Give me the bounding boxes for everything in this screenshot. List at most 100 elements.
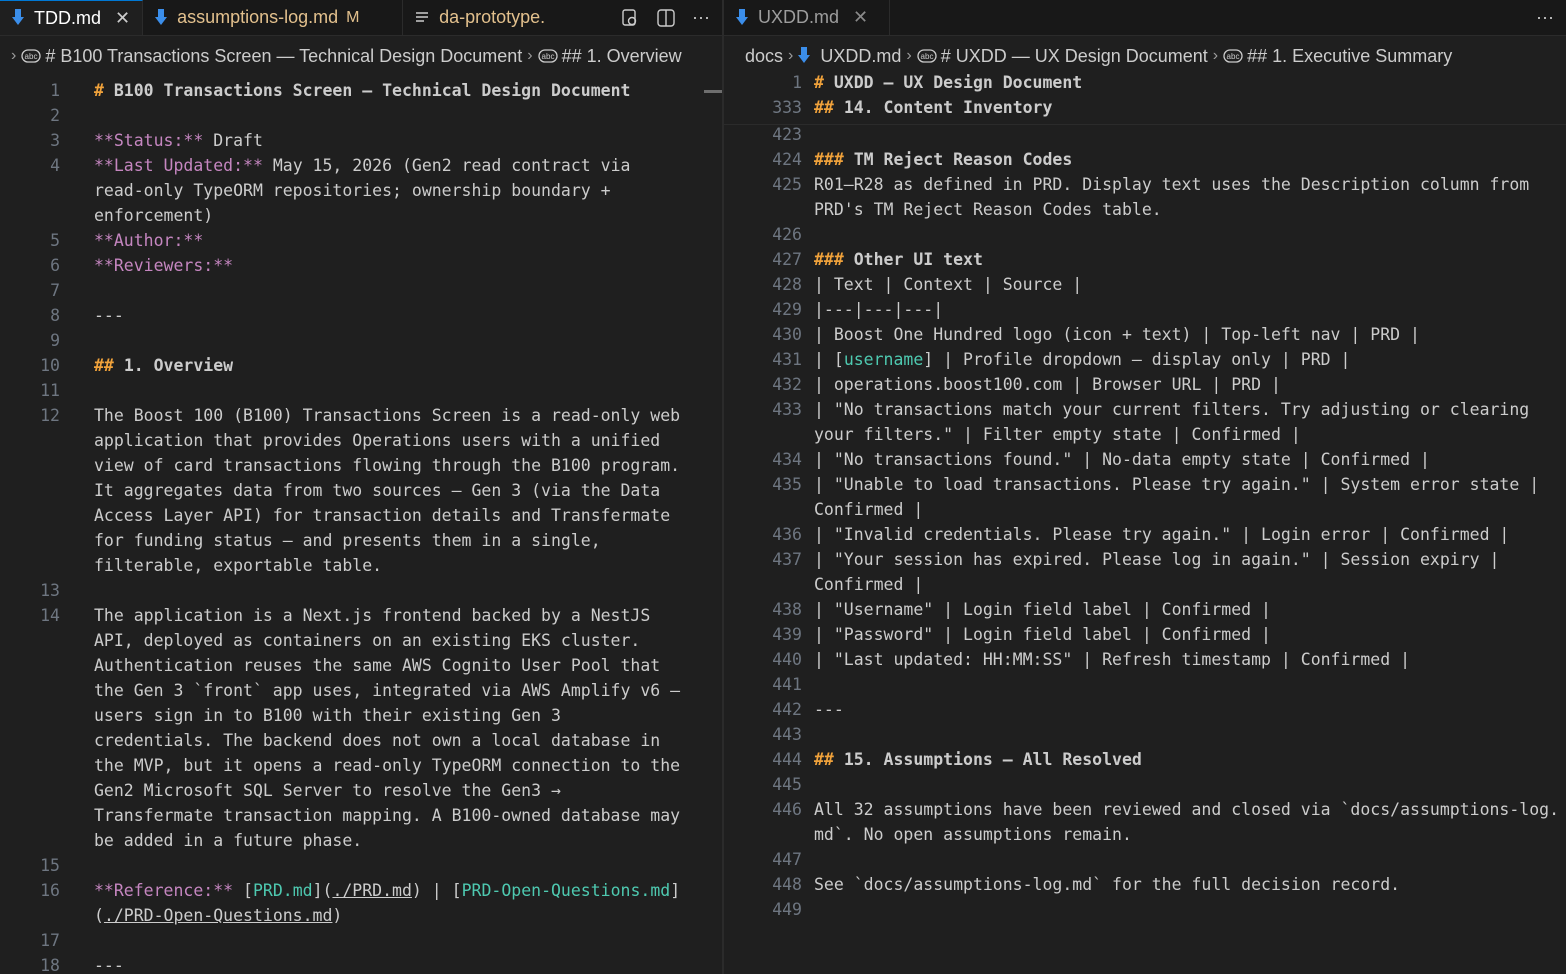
close-icon[interactable]: ✕ [115,8,130,29]
editor-line[interactable]: 427 ### Other UI text [724,247,1566,272]
editor-line[interactable]: 9 [0,328,722,353]
line-number: 449 [772,900,802,919]
editor-line[interactable]: 6 **Reviewers:** [0,253,722,278]
left-editor-text[interactable]: 1 # B100 Transactions Screen — Technical … [0,77,722,974]
line-text: It aggregates data from two sources — Ge… [94,481,661,500]
editor-line[interactable]: 429 |---|---|---| [724,297,1566,322]
editor-line[interactable]: 432 | operations.boost100.com | Browser U… [724,372,1566,397]
editor-line[interactable]: API, deployed as containers on an existi… [0,628,722,653]
editor-line[interactable]: 441 [724,672,1566,697]
editor-line[interactable]: 15 [0,853,722,878]
editor-line[interactable]: 444 ## 15. Assumptions — All Resolved [724,747,1566,772]
editor-line[interactable]: 17 [0,928,722,953]
editor-line[interactable]: 438 | "Username" | Login field label | Co… [724,597,1566,622]
editor-line[interactable]: md`. No open assumptions remain. [724,822,1566,847]
editor-line[interactable]: 445 [724,772,1566,797]
line-number: 424 [772,150,802,169]
svg-text:abc: abc [25,52,38,61]
editor-line[interactable]: Access Layer API) for transaction detail… [0,503,722,528]
split-editor-icon[interactable] [656,8,676,28]
editor-line[interactable]: 428 | Text | Context | Source | [724,272,1566,297]
editor-line[interactable]: 448 See `docs/assumptions-log.md` for the… [724,872,1566,897]
editor-line[interactable]: 436 | "Invalid credentials. Please try ag… [724,522,1566,547]
editor-line[interactable]: Gen2 Microsoft SQL Server to resolve the… [0,778,722,803]
breadcrumb-item[interactable]: ## 1. Executive Summary [1247,46,1452,67]
editor-line[interactable]: 442 --- [724,697,1566,722]
editor-line[interactable]: 1 # UXDD — UX Design Document [724,70,1566,95]
line-text: ### Other UI text [814,250,983,269]
tab-uxdd-md[interactable]: UXDD.md ✕ [724,0,890,35]
editor-line[interactable]: 434 | "No transactions found." | No-data … [724,447,1566,472]
editor-line[interactable]: (./PRD-Open-Questions.md) [0,903,722,928]
right-editor-text[interactable]: 423 424 ### TM Reject Reason Codes 425 R01–R… [724,77,1566,974]
editor-line[interactable]: 333 ## 14. Content Inventory [724,95,1566,120]
editor-line[interactable]: 2 [0,103,722,128]
editor-line[interactable]: 449 [724,897,1566,922]
more-actions-icon[interactable]: ··· [1536,7,1554,28]
editor-line[interactable]: 435 | "Unable to load transactions. Pleas… [724,472,1566,497]
breadcrumb-item[interactable]: # UXDD — UX Design Document [941,46,1208,67]
editor-line[interactable]: read-only TypeORM repositories; ownershi… [0,178,722,203]
editor-line[interactable]: 18 --- [0,953,722,974]
editor-line[interactable]: 7 [0,278,722,303]
editor-line[interactable]: 440 | "Last updated: HH:MM:SS" | Refresh … [724,647,1566,672]
breadcrumb-item[interactable]: # B100 Transactions Screen — Technical D… [45,46,522,67]
tab-da-prototype[interactable]: da-prototype. [403,0,557,35]
breadcrumb-item[interactable]: ## 1. Overview [562,46,682,67]
editor-line[interactable]: PRD's TM Reject Reason Codes table. [724,197,1566,222]
editor-line[interactable]: users sign in to B100 with their existin… [0,703,722,728]
editor-line[interactable]: 425 R01–R28 as defined in PRD. Display te… [724,172,1566,197]
tab-assumptions-log[interactable]: assumptions-log.md M [143,0,404,35]
symbol-string-icon: abc [21,49,41,63]
line-text: | Boost One Hundred logo (icon + text) |… [814,325,1420,344]
editor-line[interactable]: the MVP, but it opens a read-only TypeOR… [0,753,722,778]
editor-line[interactable]: 447 [724,847,1566,872]
breadcrumb-item[interactable]: docs [745,46,783,67]
editor-line[interactable]: application that provides Operations use… [0,428,722,453]
editor-line[interactable]: 439 | "Password" | Login field label | Co… [724,622,1566,647]
tab-tdd-md[interactable]: TDD.md ✕ [0,0,144,35]
editor-line[interactable]: 424 ### TM Reject Reason Codes [724,147,1566,172]
editor-line[interactable]: the Gen 3 `front` app uses, integrated v… [0,678,722,703]
editor-line[interactable]: your filters." | Filter empty state | Co… [724,422,1566,447]
editor-line[interactable]: 423 [724,122,1566,147]
editor-line[interactable]: 11 [0,378,722,403]
editor-line[interactable]: 4 **Last Updated:** May 15, 2026 (Gen2 re… [0,153,722,178]
editor-line[interactable]: Transfermate transaction mapping. A B100… [0,803,722,828]
editor-line[interactable]: 14 The application is a Next.js frontend … [0,603,722,628]
editor-line[interactable]: credentials. The backend does not own a … [0,728,722,753]
editor-line[interactable]: Authentication reuses the same AWS Cogni… [0,653,722,678]
close-icon[interactable]: ✕ [853,7,868,28]
editor-line[interactable]: 16 **Reference:** [PRD.md](./PRD.md) | [P… [0,878,722,903]
editor-line[interactable]: Confirmed | [724,497,1566,522]
editor-line[interactable]: filterable, exportable table. [0,553,722,578]
editor-line[interactable]: 443 [724,722,1566,747]
editor-line[interactable]: Confirmed | [724,572,1566,597]
editor-line[interactable]: 12 The Boost 100 (B100) Transactions Scre… [0,403,722,428]
editor-line[interactable]: 431 | [username] | Profile dropdown — dis… [724,347,1566,372]
editor-line[interactable]: 13 [0,578,722,603]
open-changes-icon[interactable] [620,8,640,28]
editor-line[interactable]: 10 ## 1. Overview [0,353,722,378]
editor-line[interactable]: 446 All 32 assumptions have been reviewed… [724,797,1566,822]
editor-line[interactable]: for funding status — and presents them i… [0,528,722,553]
line-number: 18 [40,956,60,974]
editor-line[interactable]: view of card transactions flowing throug… [0,453,722,478]
editor-line[interactable]: 437 | "Your session has expired. Please l… [724,547,1566,572]
editor-line[interactable]: enforcement) [0,203,722,228]
sticky-scroll-header[interactable]: 1 # UXDD — UX Design Document 333 ## 14. Co… [724,73,1566,125]
more-actions-icon[interactable]: ··· [692,7,710,28]
line-number: 3 [50,131,60,150]
editor-line[interactable]: 433 | "No transactions match your current… [724,397,1566,422]
editor-line[interactable]: 3 **Status:** Draft [0,128,722,153]
editor-line[interactable]: 430 | Boost One Hundred logo (icon + text… [724,322,1566,347]
editor-line[interactable]: be added in a future phase. [0,828,722,853]
editor-line[interactable]: It aggregates data from two sources — Ge… [0,478,722,503]
editor-line[interactable]: 426 [724,222,1566,247]
breadcrumb-item[interactable]: UXDD.md [820,46,901,67]
line-number: 437 [772,550,802,569]
editor-line[interactable]: 8 --- [0,303,722,328]
editor-line[interactable]: 1 # B100 Transactions Screen — Technical … [0,78,722,103]
editor-line[interactable]: 5 **Author:** [0,228,722,253]
markdown-icon [736,8,748,27]
